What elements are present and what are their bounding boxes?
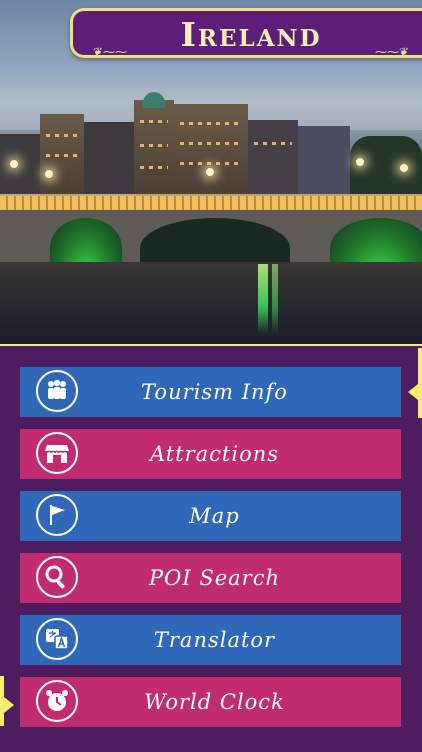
alarm-clock-icon: [36, 680, 78, 722]
translate-icon: [36, 618, 78, 660]
flag-icon: [36, 494, 78, 536]
building: [40, 114, 84, 194]
light-reflection: [258, 264, 268, 334]
poi-search-button[interactable]: POI Search: [20, 553, 401, 603]
map-button[interactable]: Map: [20, 491, 401, 541]
dome: [143, 92, 165, 108]
map-label: Map: [189, 504, 240, 528]
building: [0, 134, 40, 194]
selector-arrow-right-icon: [408, 384, 418, 400]
attractions-label: Attractions: [149, 442, 280, 466]
building: [248, 120, 298, 194]
poi-search-label: POI Search: [149, 566, 280, 590]
street-lamp: [400, 164, 408, 172]
light-reflection: [272, 264, 278, 334]
title-banner: Ireland ❦⁓⁓ ⁓⁓❦: [70, 8, 422, 59]
magnifier-icon: [36, 556, 78, 598]
street-lamp: [356, 158, 364, 166]
translator-label: Translator: [153, 628, 276, 652]
attractions-button[interactable]: Attractions: [20, 429, 401, 479]
tourism-info-button[interactable]: Tourism Info: [20, 367, 401, 417]
world-clock-button[interactable]: World Clock: [20, 677, 401, 727]
building: [134, 100, 174, 194]
building: [298, 126, 350, 194]
building: [174, 104, 248, 194]
river: [0, 262, 422, 344]
translator-button[interactable]: Translator: [20, 615, 401, 665]
people-icon: [36, 370, 78, 412]
street-lamp: [10, 160, 18, 168]
selector-arrow-left-icon: [4, 697, 14, 713]
street-lamp: [45, 170, 53, 178]
world-clock-label: World Clock: [144, 690, 285, 714]
flourish-left-icon: ❦⁓⁓: [93, 45, 128, 59]
building: [84, 122, 134, 194]
flourish-right-icon: ⁓⁓❦: [374, 45, 409, 59]
storefront-icon: [36, 432, 78, 474]
panel-edge-right: [418, 348, 422, 418]
street-lamp: [206, 168, 214, 176]
tourism-info-label: Tourism Info: [141, 380, 288, 404]
